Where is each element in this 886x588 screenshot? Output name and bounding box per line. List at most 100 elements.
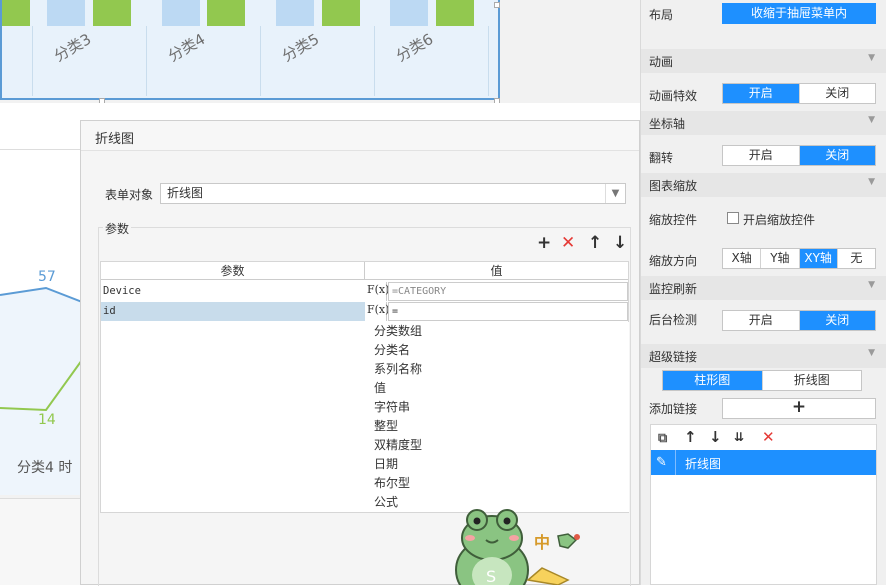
grid-line: [374, 26, 375, 96]
bg-check-off[interactable]: 关闭: [799, 311, 875, 330]
tab-line-chart[interactable]: 折线图: [763, 371, 862, 390]
plus-icon[interactable]: +: [537, 235, 551, 252]
add-link-label: 添加链接: [649, 402, 698, 416]
column-header-param: 参数: [101, 262, 365, 280]
delete-icon[interactable]: ✕: [561, 235, 575, 252]
type-option[interactable]: 整型: [374, 417, 398, 436]
type-option[interactable]: 分类数组: [374, 322, 422, 341]
zoom-dir-x[interactable]: X轴: [723, 249, 762, 268]
bg-check-on[interactable]: 开启: [723, 311, 800, 330]
copy-icon[interactable]: ⧉: [658, 431, 667, 446]
chevron-down-icon[interactable]: ▼: [868, 115, 875, 125]
x-tick-label: 分类6: [393, 29, 437, 66]
anim-effect-label: 动画特效: [649, 89, 698, 103]
canvas-empty-area: [0, 498, 82, 585]
param-value-input[interactable]: =CATEGORY: [388, 282, 628, 301]
flip-toggle[interactable]: 开启 关闭: [722, 145, 876, 166]
params-legend: 参数: [103, 220, 132, 237]
section-animation[interactable]: 动画 ▼: [641, 49, 886, 73]
section-monitor[interactable]: 监控刷新 ▼: [641, 276, 886, 300]
chevron-down-icon[interactable]: ▼: [868, 280, 875, 290]
bg-check-toggle[interactable]: 开启 关闭: [722, 310, 876, 331]
formula-icon[interactable]: F(x): [367, 282, 389, 301]
bg-check-label: 后台检测: [649, 313, 698, 327]
arrow-up-icon[interactable]: ↑: [684, 430, 697, 445]
frog-illustration: S 中: [455, 509, 580, 588]
link-list: ⧉ ↑ ↓ ⇊ ✕ ✎ 折线图: [650, 424, 877, 585]
type-option[interactable]: 布尔型: [374, 474, 410, 493]
chart-bar: [162, 0, 200, 26]
zoom-control-label: 缩放控件: [649, 213, 698, 227]
move-to-bottom-icon[interactable]: ⇊: [734, 430, 744, 445]
tab-bar-chart[interactable]: 柱形图: [663, 371, 763, 390]
link-tab-switch[interactable]: 柱形图 折线图: [662, 370, 862, 391]
chevron-down-icon[interactable]: ▼: [868, 177, 875, 187]
zoom-dir-none[interactable]: 无: [838, 249, 875, 268]
line-chart-widget[interactable]: 57 14 分类4 时: [0, 150, 82, 495]
type-option[interactable]: 公式: [374, 493, 398, 512]
anim-effect-on[interactable]: 开启: [723, 84, 800, 103]
form-object-select[interactable]: 折线图 ▼: [160, 183, 626, 204]
zoom-direction-toggle[interactable]: X轴 Y轴 XY轴 无: [722, 248, 876, 269]
section-title: 图表缩放: [649, 179, 698, 193]
chevron-down-icon[interactable]: ▼: [605, 184, 625, 203]
zoom-control-checkbox[interactable]: [727, 212, 739, 224]
layout-value[interactable]: 收缩于抽屉菜单内: [723, 4, 875, 23]
section-title: 超级链接: [649, 350, 698, 364]
param-value-input[interactable]: =: [388, 302, 628, 321]
type-option[interactable]: 双精度型: [374, 436, 422, 455]
anim-effect-off[interactable]: 关闭: [800, 84, 876, 103]
formula-icon[interactable]: F(x): [367, 302, 389, 321]
dialog-titlebar[interactable]: [81, 121, 639, 151]
section-title: 动画: [649, 55, 674, 69]
section-zoom[interactable]: 图表缩放 ▼: [641, 173, 886, 197]
chart-bar: [207, 0, 245, 26]
flip-off[interactable]: 关闭: [799, 146, 875, 165]
flip-label: 翻转: [649, 151, 674, 165]
layout-label: 布局: [649, 8, 674, 22]
section-hyperlink[interactable]: 超级链接 ▼: [641, 344, 886, 368]
type-option[interactable]: 值: [374, 379, 386, 398]
x-tick-label: 分类4 时: [17, 460, 73, 476]
zoom-dir-y[interactable]: Y轴: [761, 249, 800, 268]
section-title: 监控刷新: [649, 282, 698, 296]
layout-select[interactable]: 收缩于抽屉菜单内: [722, 3, 876, 24]
arrow-down-icon[interactable]: ↓: [613, 235, 627, 252]
column-header-value: 值: [365, 262, 628, 280]
chart-bar: [47, 0, 85, 26]
section-axis[interactable]: 坐标轴 ▼: [641, 111, 886, 135]
type-option[interactable]: 系列名称: [374, 360, 422, 379]
type-option[interactable]: 字符串: [374, 398, 410, 417]
delete-icon[interactable]: ✕: [762, 430, 775, 445]
chevron-down-icon[interactable]: ▼: [868, 53, 875, 63]
type-option[interactable]: 日期: [374, 455, 398, 474]
x-tick-label: 分类4: [165, 29, 209, 66]
chart-bar: [390, 0, 428, 26]
grid-line: [260, 26, 261, 96]
link-list-item[interactable]: ✎ 折线图: [651, 450, 876, 475]
zoom-dir-xy[interactable]: XY轴: [799, 249, 838, 268]
arrow-down-icon[interactable]: ↓: [709, 430, 722, 445]
bar-chart-widget[interactable]: 分类3 分类4 分类5 分类6: [0, 0, 500, 100]
type-option[interactable]: 分类名: [374, 341, 410, 360]
arrow-up-icon[interactable]: ↑: [588, 235, 602, 252]
frog-sticker: S 中: [450, 500, 590, 588]
edit-icon[interactable]: ✎: [656, 455, 667, 470]
x-tick-label: 分类3: [51, 29, 95, 66]
anim-effect-toggle[interactable]: 开启 关闭: [722, 83, 876, 104]
form-object-value: 折线图: [167, 186, 204, 200]
value-type-dropdown: 分类数组 分类名 系列名称 值 字符串 整型 双精度型 日期 布尔型 公式: [368, 322, 629, 512]
chart-bar: [276, 0, 314, 26]
line-chart-svg: [0, 286, 81, 495]
plus-icon[interactable]: +: [723, 399, 875, 418]
resize-handle[interactable]: [494, 2, 500, 8]
chart-bar: [322, 0, 360, 26]
chart-bar: [436, 0, 474, 26]
param-name-cell[interactable]: Device: [101, 282, 365, 301]
flip-on[interactable]: 开启: [723, 146, 800, 165]
param-name-cell[interactable]: id: [101, 302, 365, 321]
chevron-down-icon[interactable]: ▼: [868, 348, 875, 358]
form-object-label: 表单对象: [105, 188, 154, 202]
add-link-button[interactable]: +: [722, 398, 876, 419]
zoom-control-checkbox-label[interactable]: 开启缩放控件: [743, 211, 815, 228]
